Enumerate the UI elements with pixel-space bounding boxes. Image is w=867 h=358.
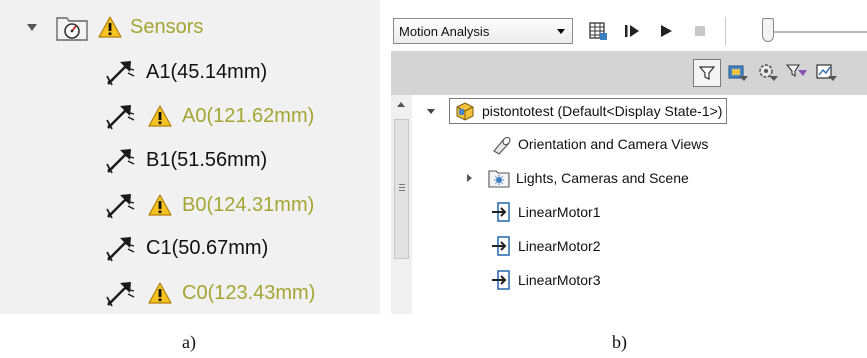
sensor-icon — [104, 58, 138, 86]
sensor-label: A0(121.62mm) — [182, 104, 315, 127]
camera-views-icon — [493, 136, 511, 155]
sensor-icon — [104, 102, 138, 130]
study-type-value: Motion Analysis — [399, 23, 490, 39]
calculator-icon — [589, 22, 607, 40]
sensor-icon — [104, 279, 138, 307]
sensor-label: B0(124.31mm) — [182, 193, 315, 216]
caption-a: a) — [182, 332, 196, 352]
stop-icon — [695, 26, 705, 36]
play-button[interactable] — [655, 20, 677, 42]
calculate-button[interactable] — [587, 20, 609, 42]
filter-animation-button[interactable] — [724, 59, 752, 87]
filter-driving-button[interactable] — [754, 59, 782, 87]
timeline-slider-track[interactable] — [766, 31, 867, 33]
stop-button[interactable] — [689, 20, 711, 42]
results-filter-icon — [816, 64, 837, 81]
sensor-icon — [104, 191, 138, 219]
linear-motor-icon — [490, 235, 512, 257]
collapse-arrow-icon[interactable] — [27, 23, 37, 31]
filter-icon — [699, 66, 715, 80]
step-forward-icon — [625, 25, 639, 37]
tree-item-label: LinearMotor3 — [518, 272, 601, 288]
sensor-label: A1(45.14mm) — [146, 60, 268, 83]
tree-item-label: LinearMotor2 — [518, 238, 601, 254]
tree-root-row[interactable]: pistontotest (Default<Display State-1>) — [427, 97, 728, 125]
tree-scrollbar[interactable] — [391, 95, 412, 314]
tree-item-linearmotor1[interactable]: LinearMotor1 — [490, 198, 601, 226]
collapse-arrow-icon[interactable] — [427, 108, 435, 114]
sensor-label: C1(50.67mm) — [146, 236, 269, 259]
grip-line — [399, 184, 405, 185]
caption-b: b) — [612, 332, 627, 352]
tree-item-orientation[interactable]: Orientation and Camera Views — [490, 130, 708, 158]
lights-folder-icon — [488, 170, 510, 188]
scroll-thumb[interactable] — [394, 119, 409, 259]
play-icon — [661, 25, 672, 37]
sensor-item-b0[interactable]: B0(124.31mm) — [104, 189, 314, 221]
sensor-item-a1[interactable]: A1(45.14mm) — [104, 56, 267, 88]
motion-study-panel: Motion Analysis pistontotest (Default<Di… — [391, 11, 867, 314]
tree-item-linearmotor2[interactable]: LinearMotor2 — [490, 232, 601, 260]
study-type-dropdown[interactable]: Motion Analysis — [393, 18, 573, 44]
timeline-slider-thumb[interactable] — [762, 18, 774, 42]
filter-button[interactable] — [693, 59, 721, 87]
root-assembly-label: pistontotest (Default<Display State-1>) — [482, 103, 723, 119]
sensors-folder-label: Sensors — [130, 15, 204, 38]
tree-item-label: LinearMotor1 — [518, 204, 601, 220]
sensors-folder-row[interactable]: Sensors — [27, 10, 203, 44]
sensor-item-a0[interactable]: A0(121.62mm) — [104, 100, 314, 132]
sensor-icon — [104, 234, 138, 262]
sensor-item-c0[interactable]: C0(123.43mm) — [104, 277, 315, 309]
filter-selected-button[interactable] — [783, 59, 811, 87]
filter-toolbar — [391, 51, 867, 95]
chevron-down-icon — [557, 28, 565, 34]
tree-item-label: Lights, Cameras and Scene — [516, 170, 689, 186]
step-forward-button[interactable] — [621, 20, 643, 42]
grip-line — [399, 190, 405, 191]
expand-arrow-icon[interactable] — [467, 174, 472, 182]
warning-icon — [148, 194, 172, 216]
sensors-panel: Sensors A1(45.14mm) A0(121.62mm) B1(51.5… — [0, 0, 380, 314]
sensor-label: B1(51.56mm) — [146, 148, 268, 171]
root-assembly-item[interactable]: pistontotest (Default<Display State-1>) — [449, 98, 728, 124]
sensor-item-c1[interactable]: C1(50.67mm) — [104, 232, 268, 264]
grip-line — [399, 187, 405, 188]
warning-icon — [98, 16, 122, 38]
sensors-folder-icon — [56, 17, 88, 41]
sensor-label: C0(123.43mm) — [182, 281, 316, 304]
tree-item-lights[interactable]: Lights, Cameras and Scene — [467, 164, 689, 192]
linear-motor-icon — [490, 201, 512, 223]
warning-icon — [148, 105, 172, 127]
sensor-icon — [104, 146, 138, 174]
funnel-filter-icon — [786, 64, 807, 78]
gear-filter-icon — [759, 64, 778, 81]
camera-filter-icon — [728, 65, 748, 81]
filter-results-button[interactable] — [812, 59, 840, 87]
scroll-up-arrow-icon[interactable] — [397, 102, 405, 107]
linear-motor-icon — [490, 269, 512, 291]
tree-item-linearmotor3[interactable]: LinearMotor3 — [490, 266, 601, 294]
toolbar-separator — [725, 17, 726, 45]
assembly-icon — [456, 102, 474, 121]
tree-item-label: Orientation and Camera Views — [518, 136, 709, 152]
warning-icon — [148, 282, 172, 304]
feature-tree: pistontotest (Default<Display State-1>) … — [391, 95, 867, 314]
sensor-item-b1[interactable]: B1(51.56mm) — [104, 144, 267, 176]
